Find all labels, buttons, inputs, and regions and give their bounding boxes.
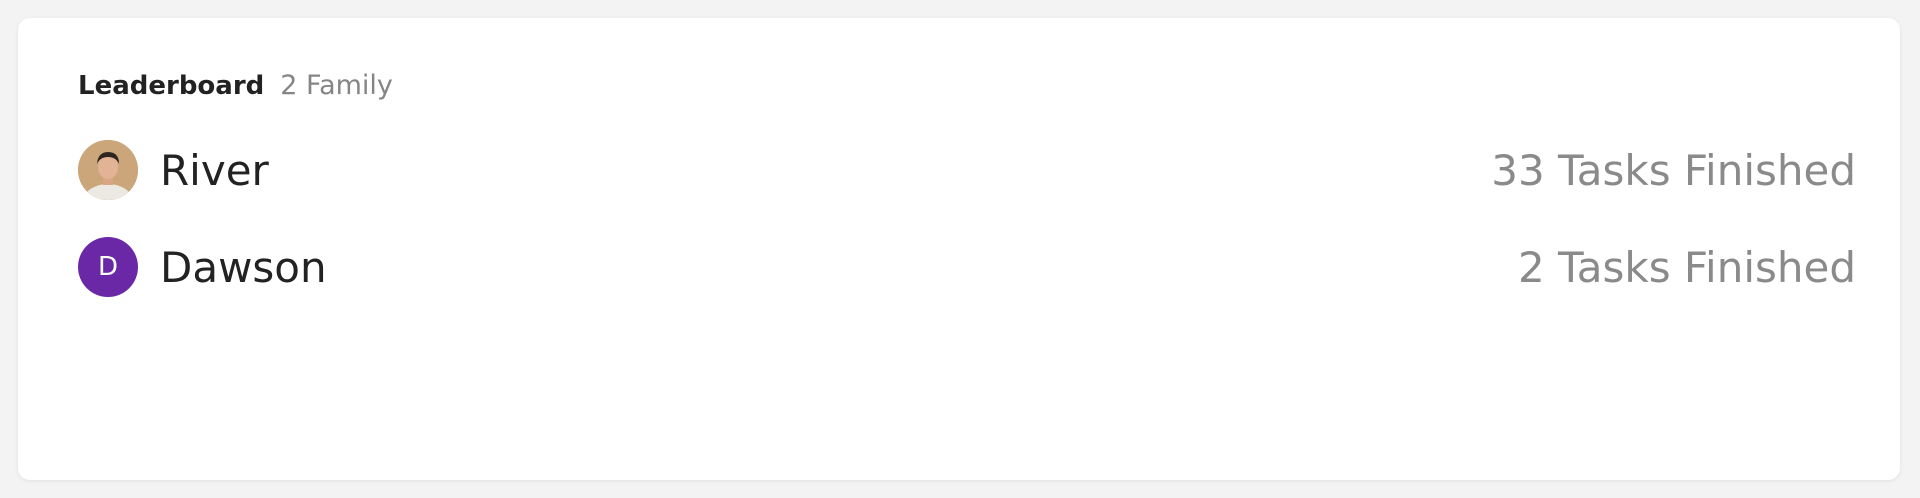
family-count: 2 Family [280, 70, 393, 101]
leaderboard-title: Leaderboard [78, 71, 265, 101]
member-name: River [160, 145, 269, 195]
tasks-finished: 33 Tasks Finished [1491, 145, 1856, 195]
avatar: D [78, 237, 138, 297]
avatar [78, 140, 138, 200]
leaderboard-card: Leaderboard 2 Family River 33 Tasks Fini… [18, 18, 1900, 480]
member-name: Dawson [160, 242, 327, 292]
tasks-finished: 2 Tasks Finished [1517, 242, 1856, 292]
leaderboard-header: Leaderboard 2 Family [78, 70, 393, 101]
person-photo-icon [78, 140, 138, 200]
leaderboard-row: River 33 Tasks Finished [78, 140, 1856, 200]
leaderboard-row: D Dawson 2 Tasks Finished [78, 237, 1856, 297]
avatar-initial: D [97, 252, 119, 282]
